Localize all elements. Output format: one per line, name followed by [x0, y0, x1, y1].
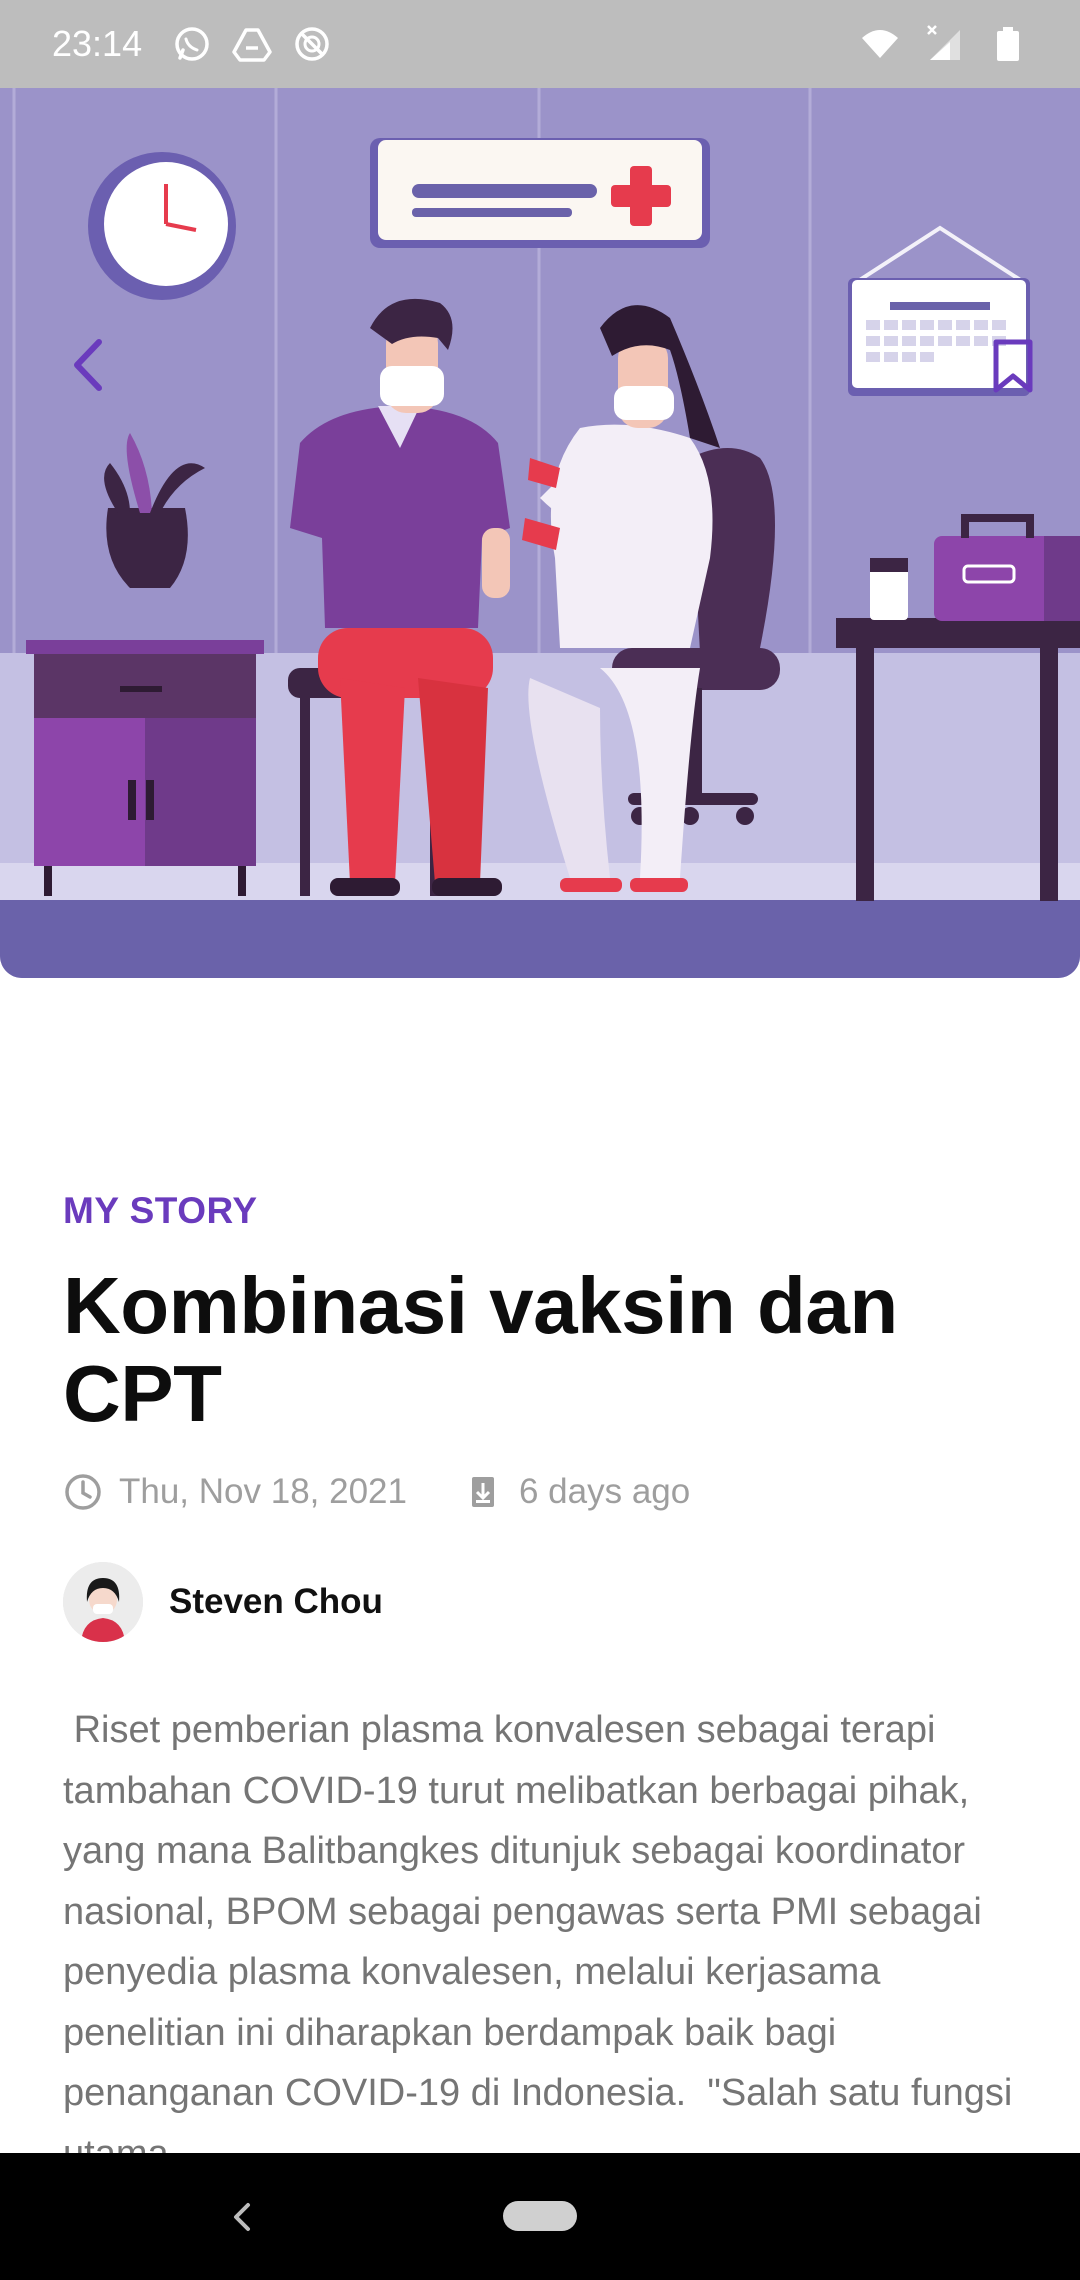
cell-signal-icon — [924, 24, 964, 64]
bookmark-icon — [993, 339, 1033, 393]
navigation-bar — [0, 2153, 1080, 2280]
download-icon — [463, 1472, 503, 1512]
article-date: Thu, Nov 18, 2021 — [119, 1472, 407, 1511]
article-body: Riset pemberian plasma konvalesen sebaga… — [63, 1709, 1013, 2175]
article-title: Kombinasi vaksin dan CPT — [63, 1261, 898, 1438]
wifi-icon — [860, 24, 900, 64]
nav-back-button[interactable] — [222, 2195, 262, 2239]
nav-back-icon — [234, 2203, 250, 2231]
clock-icon — [63, 1472, 103, 1512]
date-meta: Thu, Nov 18, 2021 — [63, 1472, 407, 1512]
author-name: Steven Chou — [169, 1582, 383, 1621]
hero-image — [0, 88, 1080, 978]
status-time: 23:14 — [52, 23, 143, 64]
article-relative-time: 6 days ago — [518, 1472, 691, 1511]
back-button[interactable] — [62, 338, 116, 392]
avatar — [63, 1562, 143, 1642]
whatsapp-icon — [172, 24, 212, 64]
relative-time-meta: 6 days ago — [463, 1472, 690, 1512]
author-row[interactable]: Steven Chou — [63, 1562, 1023, 1642]
system-icons — [860, 24, 1028, 64]
battery-icon — [988, 24, 1028, 64]
notification-icons — [172, 24, 332, 64]
bookmark-button[interactable] — [986, 336, 1040, 396]
drive-icon — [232, 24, 272, 64]
article-category[interactable]: MY STORY — [63, 1190, 1023, 1232]
back-chevron-icon — [74, 339, 102, 391]
data-saver-icon — [292, 24, 332, 64]
article-content: MY STORY Kombinasi vaksin dan CPT Thu, N… — [63, 1190, 1023, 2184]
nav-home-pill[interactable] — [503, 2201, 577, 2231]
article-meta: Thu, Nov 18, 2021 6 days ago — [63, 1472, 1023, 1512]
status-bar: 23:14 — [0, 0, 1080, 88]
vaccination-illustration — [0, 88, 1080, 978]
